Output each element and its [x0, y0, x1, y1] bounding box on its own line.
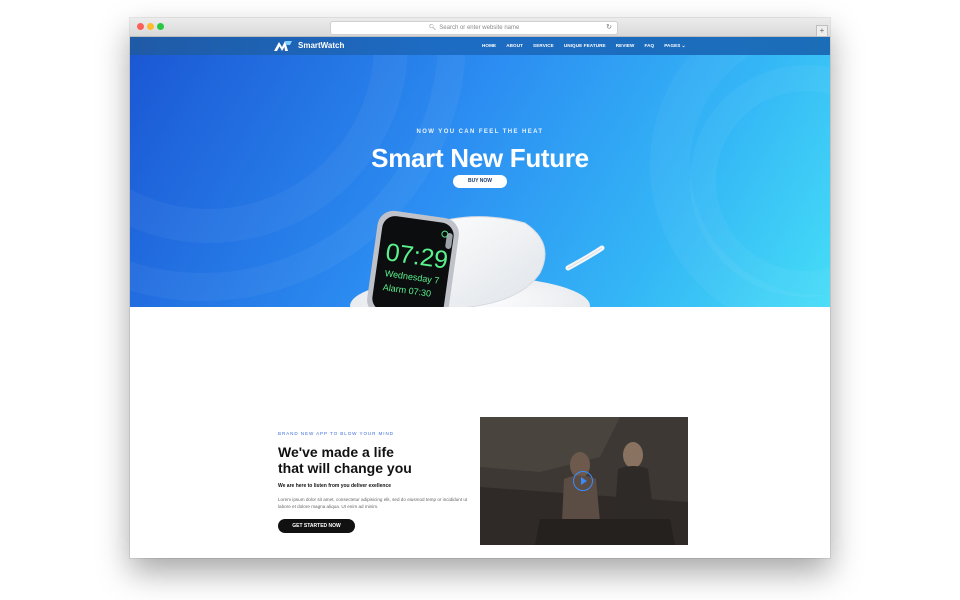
nav-pages[interactable]: PAGES⌄	[664, 43, 686, 49]
maximize-window-button[interactable]	[157, 23, 164, 30]
section-title: We've made a life that will change you	[278, 444, 478, 476]
hero-tagline: NOW YOU CAN FEEL THE HEAT	[416, 129, 544, 135]
play-icon[interactable]	[573, 471, 593, 491]
nav-unique-feature[interactable]: UNIQUE FEATURE	[564, 43, 606, 49]
address-bar[interactable]: 🔍︎ Search or enter website name ↻	[330, 21, 618, 35]
about-section: BRAND NEW APP TO BLOW YOUR MIND We've ma…	[130, 307, 830, 558]
section-subtitle: We are here to listen from you deliver e…	[278, 483, 392, 489]
nav-review[interactable]: REVIEW	[616, 43, 635, 49]
get-started-button[interactable]: GET STARTED NOW	[278, 519, 355, 533]
smartwatch-logo-icon[interactable]	[273, 39, 293, 53]
minimize-window-button[interactable]	[147, 23, 154, 30]
nav-service[interactable]: SERVICE	[533, 43, 554, 49]
section-title-line-2: that will change you	[278, 460, 412, 476]
browser-titlebar: 🔍︎ Search or enter website name ↻ +	[130, 18, 830, 37]
reload-icon[interactable]: ↻	[606, 22, 612, 34]
new-tab-button[interactable]: +	[816, 25, 828, 37]
brand-name[interactable]: SmartWatch	[298, 41, 344, 50]
site-navbar: SmartWatch HOME ABOUT SERVICE UNIQUE FEA…	[130, 37, 830, 55]
close-window-button[interactable]	[137, 23, 144, 30]
nav-about[interactable]: ABOUT	[506, 43, 523, 49]
section-title-line-1: We've made a life	[278, 444, 394, 460]
nav-home[interactable]: HOME	[482, 43, 496, 49]
magnifier-icon: 🔍︎	[428, 25, 437, 31]
nav-faq[interactable]: FAQ	[644, 43, 654, 49]
nav-pages-label: PAGES	[664, 43, 681, 48]
section-body: Lorem ipsum dolor sit amet, consectetur …	[278, 497, 468, 509]
browser-window: 🔍︎ Search or enter website name ↻ + Smart…	[130, 18, 830, 558]
chevron-down-icon: ⌄	[681, 43, 686, 49]
hero-title: Smart New Future	[371, 143, 589, 173]
section-eyebrow: BRAND NEW APP TO BLOW YOUR MIND	[278, 431, 394, 436]
address-placeholder: Search or enter website name	[439, 25, 520, 31]
buy-now-button[interactable]: BUY NOW	[453, 175, 507, 188]
nav-menu: HOME ABOUT SERVICE UNIQUE FEATURE REVIEW…	[482, 43, 696, 49]
video-thumbnail[interactable]	[480, 417, 688, 545]
